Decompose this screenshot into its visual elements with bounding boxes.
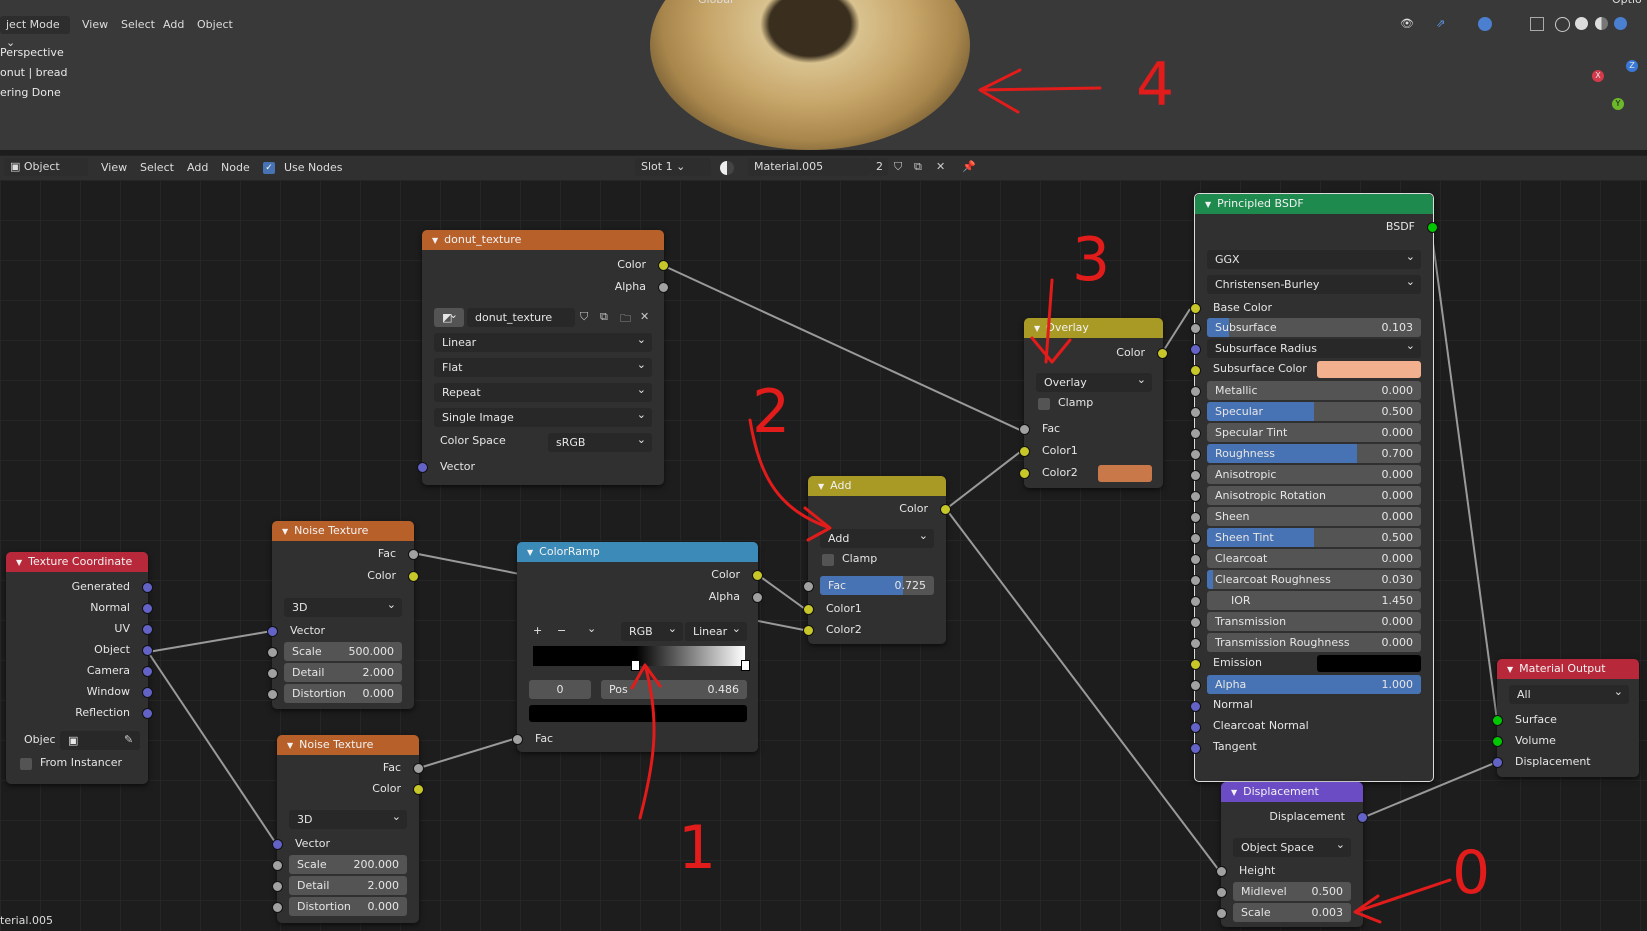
arrow-1 [630, 663, 662, 820]
arrow-4 [978, 68, 1102, 114]
annotation-label-3: 3 [1072, 225, 1110, 295]
annotation-label-0: 0 [1452, 838, 1490, 908]
arrow-0 [1353, 878, 1452, 924]
annotation-label-1: 1 [678, 813, 716, 883]
arrow-3 [1030, 278, 1072, 364]
annotation-layer: 4 3 2 1 0 [630, 50, 1490, 924]
status-material-name: terial.005 [0, 914, 53, 927]
annotation-label-2: 2 [752, 377, 790, 447]
annotation-label-4: 4 [1136, 50, 1174, 120]
